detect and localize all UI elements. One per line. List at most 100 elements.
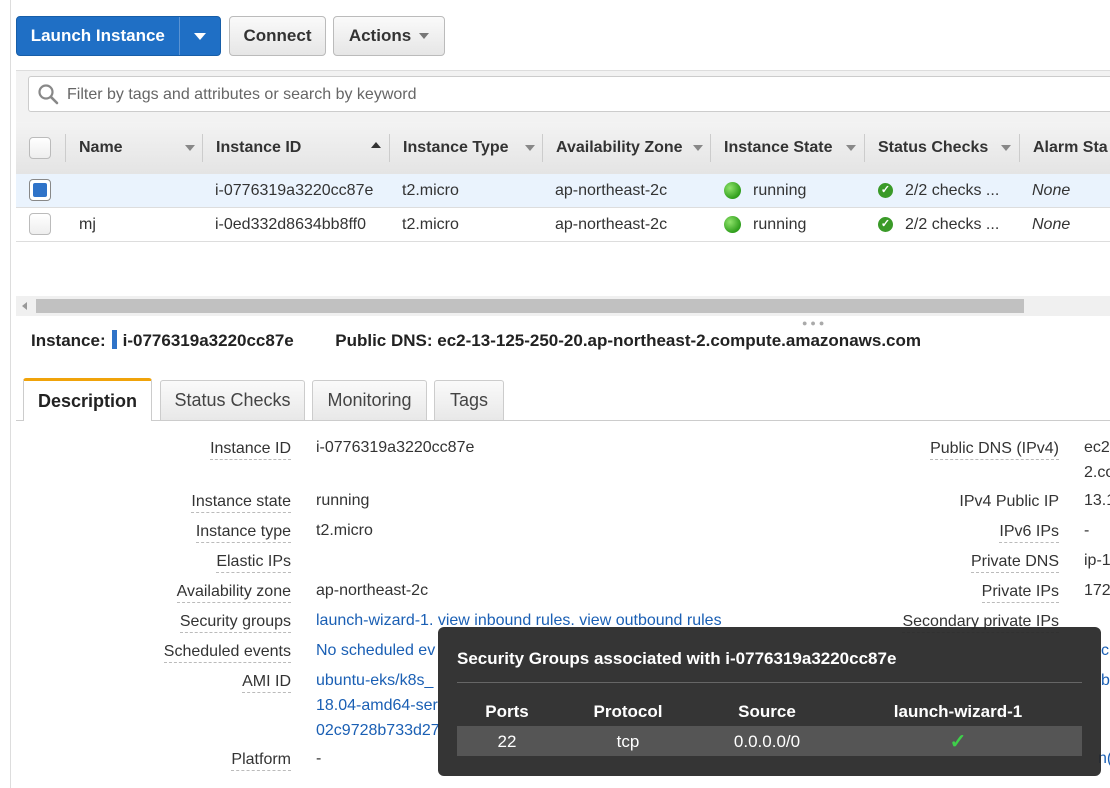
security-group-link[interactable]: launch-wizard-1 (316, 612, 429, 629)
select-all-checkbox[interactable] (29, 137, 51, 159)
column-header-name[interactable]: Name (79, 122, 123, 174)
cell-instance-id: i-0ed332d8634bb8ff0 (215, 216, 366, 233)
field-value-platform: - (316, 750, 322, 767)
column-header-instance-type[interactable]: Instance Type (403, 122, 509, 174)
actions-button[interactable]: Actions (333, 16, 445, 56)
left-edge-panel (0, 0, 11, 788)
running-status-icon (724, 216, 741, 233)
horizontal-scrollbar[interactable] (16, 296, 1110, 316)
field-label-instance-state: Instance state (191, 492, 291, 513)
public-dns-label: Public DNS: (335, 331, 433, 350)
chevron-down-icon (419, 33, 430, 39)
caret-down-icon (193, 32, 206, 40)
cell-status-checks[interactable]: 2/2 checks ... (905, 174, 999, 207)
field-value-ami-id-line3[interactable]: 02c9728b733d27 (316, 721, 440, 741)
right-edge-link-fragment[interactable]: b (1101, 671, 1110, 691)
table-row[interactable]: i-0776319a3220cc87e t2.micro ap-northeas… (16, 174, 1110, 208)
scrollbar-thumb[interactable] (36, 299, 1024, 313)
column-divider (710, 134, 711, 162)
field-label-availability-zone: Availability zone (176, 582, 291, 603)
column-header-instance-id[interactable]: Instance ID (216, 122, 301, 174)
rule-source: 0.0.0.0/0 (733, 732, 801, 751)
field-value-private-ips: 172 (1084, 582, 1110, 599)
sort-caret-icon[interactable] (525, 145, 535, 151)
field-label-security-groups: Security groups (179, 612, 291, 633)
instance-label: Instance: (31, 331, 106, 350)
cell-instance-id: i-0776319a3220cc87e (215, 182, 374, 199)
cell-instance-type: t2.micro (402, 216, 459, 233)
cell-name: mj (79, 216, 96, 233)
launch-dropdown-toggle[interactable] (178, 17, 220, 55)
actions-label: Actions (348, 26, 412, 45)
separator: . (428, 612, 438, 629)
column-header-status-checks[interactable]: Status Checks (878, 122, 988, 174)
security-groups-popover: Security Groups associated with i-077631… (438, 627, 1101, 776)
sort-ascending-icon[interactable] (371, 142, 381, 148)
field-label-elastic-ips: Elastic IPs (216, 552, 291, 573)
column-divider (65, 134, 66, 162)
field-label-private-dns: Private DNS (970, 552, 1059, 573)
instances-table-header: Name Instance ID Instance Type Availabil… (16, 122, 1110, 175)
connect-button[interactable]: Connect (229, 16, 326, 56)
row-checkbox[interactable] (29, 179, 51, 201)
cell-alarm-status: None (1032, 216, 1071, 233)
sort-caret-icon[interactable] (185, 145, 195, 151)
field-value-instance-id: i-0776319a3220cc87e (316, 439, 475, 456)
field-label-public-dns: Public DNS (IPv4) (930, 439, 1059, 460)
tab-description[interactable]: Description (23, 378, 152, 421)
field-label-instance-type: Instance type (195, 522, 291, 543)
field-label-ipv6-ips: IPv6 IPs (999, 522, 1059, 543)
field-value-ami-id-line2[interactable]: 18.04-amd64-ser (316, 696, 438, 716)
cell-instance-state: running (753, 216, 807, 233)
column-divider (202, 134, 203, 162)
launch-instance-button-group: Launch Instance (16, 16, 221, 56)
field-value-instance-type: t2.micro (316, 522, 373, 539)
row-checkbox[interactable] (29, 213, 51, 235)
instance-flag-icon (111, 330, 117, 349)
rule-protocol: tcp (616, 732, 640, 751)
check-circle-icon: ✓ (878, 217, 893, 232)
search-icon (38, 84, 59, 105)
cell-alarm-status: None (1032, 182, 1071, 199)
cell-status-checks[interactable]: 2/2 checks ... (905, 208, 999, 241)
field-value-private-dns: ip-1 (1084, 552, 1110, 569)
check-circle-icon: ✓ (878, 183, 893, 198)
column-header-availability-zone[interactable]: Availability Zone (556, 122, 683, 174)
divider (457, 682, 1082, 683)
column-divider (389, 134, 390, 162)
sort-caret-icon[interactable] (846, 145, 856, 151)
field-value-instance-state: running (316, 492, 370, 509)
table-row[interactable]: mj i-0ed332d8634bb8ff0 t2.micro ap-north… (16, 208, 1110, 242)
launch-instance-button[interactable]: Launch Instance (17, 17, 179, 55)
sort-caret-icon[interactable] (693, 145, 703, 151)
public-dns-value: ec2-13-125-250-20.ap-northeast-2.compute… (437, 331, 922, 350)
field-label-platform: Platform (231, 750, 291, 771)
tab-status-checks[interactable]: Status Checks (160, 380, 305, 420)
cell-availability-zone: ap-northeast-2c (555, 216, 668, 233)
tab-monitoring[interactable]: Monitoring (312, 380, 427, 420)
rule-port: 22 (497, 732, 517, 751)
column-header-instance-state[interactable]: Instance State (724, 122, 832, 174)
field-label-ipv4-public-ip: IPv4 Public IP (959, 493, 1059, 510)
cell-instance-state: running (753, 182, 807, 199)
right-edge-link-fragment[interactable]: c (1101, 641, 1109, 661)
search-input[interactable] (65, 77, 1109, 113)
field-value-scheduled-events[interactable]: No scheduled ev (316, 641, 435, 661)
tab-bar-line (16, 420, 1110, 421)
resize-grip-icon[interactable]: ●●● (802, 318, 827, 328)
tab-tags[interactable]: Tags (434, 380, 504, 420)
popover-header-source: Source (738, 702, 796, 721)
field-value-ami-id-line1[interactable]: ubuntu-eks/k8s_ (316, 671, 433, 691)
column-divider (1019, 134, 1020, 162)
scroll-left-arrow-icon[interactable] (22, 302, 27, 310)
search-box (28, 76, 1110, 113)
instance-id-value: i-0776319a3220cc87e (122, 331, 294, 350)
cell-availability-zone: ap-northeast-2c (555, 182, 668, 199)
column-header-alarm-status[interactable]: Alarm Sta (1033, 122, 1108, 174)
column-divider (542, 134, 543, 162)
field-value-public-dns-line1: ec2 (1084, 439, 1110, 456)
field-value-public-dns-line2: 2.co (1084, 464, 1110, 481)
field-label-instance-id: Instance ID (210, 439, 291, 460)
sort-caret-icon[interactable] (1001, 145, 1011, 151)
field-label-scheduled-events: Scheduled events (163, 642, 291, 663)
